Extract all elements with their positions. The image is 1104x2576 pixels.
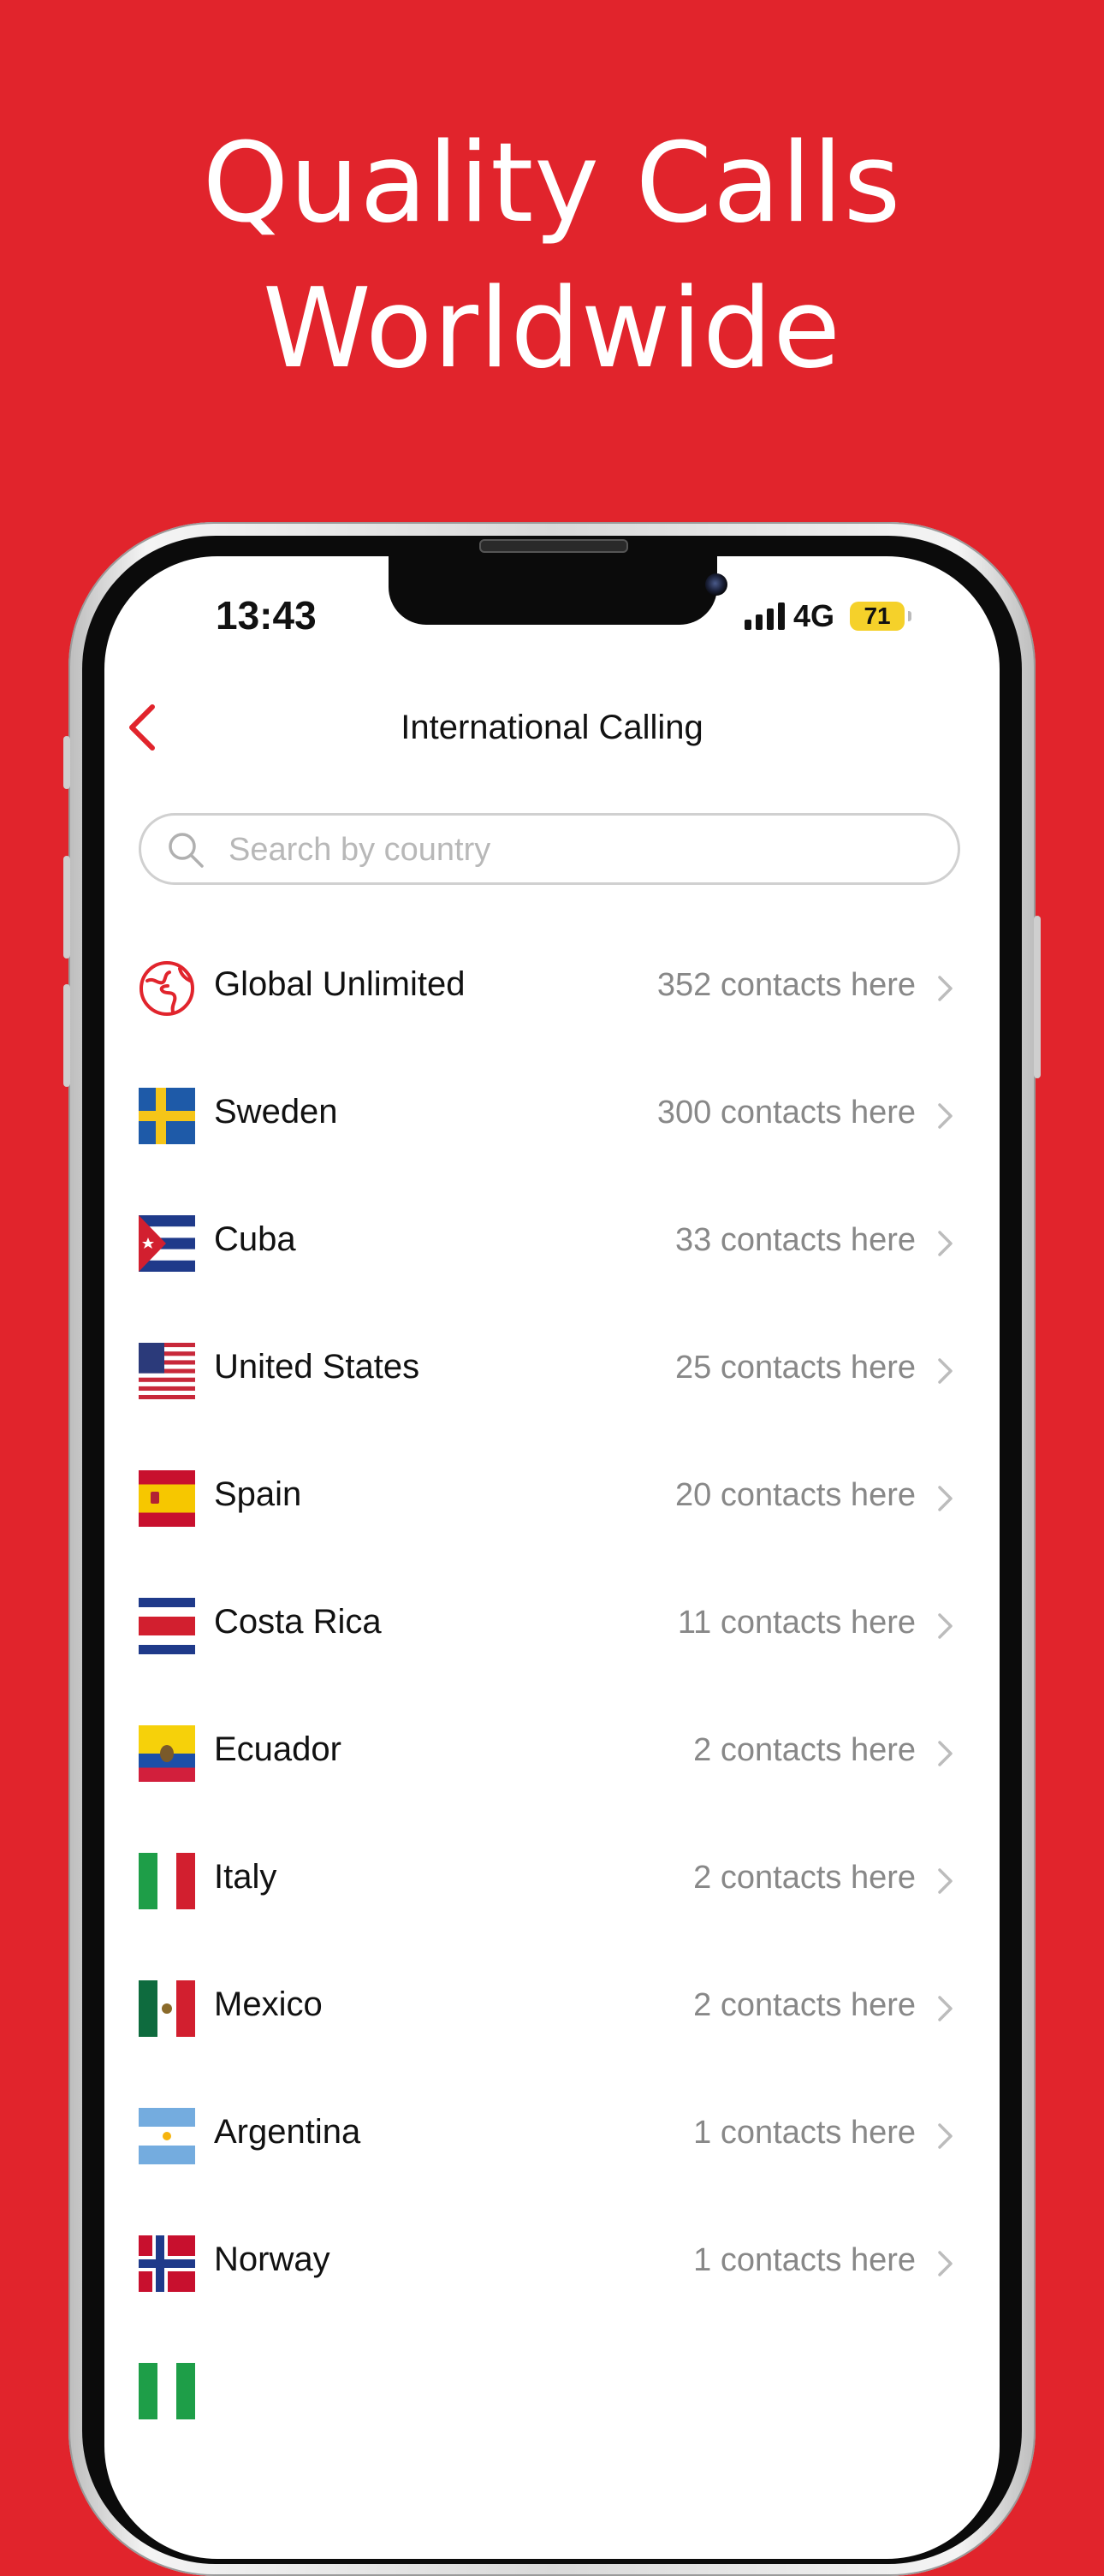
country-name: Mexico [214,1985,323,2023]
chevron-right-icon [938,1741,953,1766]
united-states-flag-icon [139,1343,195,1399]
contact-count: 2 contacts here [693,1987,916,2023]
search-icon [169,833,204,868]
chevron-right-icon [938,2123,953,2149]
contact-count: 352 contacts here [656,967,916,1003]
contact-count: 1 contacts here [693,2242,916,2278]
contact-count: 25 contacts here [675,1350,916,1386]
country-name: Sweden [214,1093,338,1131]
camera-icon [705,573,727,596]
phone-speaker [479,539,628,553]
country-name: Norway [214,2241,330,2278]
list-item-global-unlimited[interactable]: Global Unlimited 352 contacts here [104,924,1000,1052]
country-name: Spain [214,1475,302,1513]
phone-volume-down [63,984,70,1087]
contact-count: 33 contacts here [675,1222,916,1258]
list-item-sweden[interactable]: Sweden 300 contacts here [104,1052,1000,1179]
chevron-right-icon [938,1103,953,1129]
search-input[interactable] [227,828,932,872]
spain-flag-icon [139,1470,195,1527]
norway-flag-icon [139,2235,195,2292]
list-item-mexico[interactable]: Mexico 2 contacts here [104,1944,1000,2072]
notch [389,556,727,625]
sweden-flag-icon [139,1088,195,1144]
page-title: International Calling [401,709,703,746]
country-name: Global Unlimited [214,965,466,1003]
list-item-argentina[interactable]: Argentina 1 contacts here [104,2072,1000,2199]
headline: Quality Calls Worldwide [0,111,1104,402]
chevron-right-icon [938,2251,953,2276]
contact-count: 2 contacts here [693,1860,916,1896]
status-indicators: 4G 71 [745,598,912,633]
list-item-norway[interactable]: Norway 1 contacts here [104,2199,1000,2327]
country-name: Costa Rica [214,1603,382,1641]
chevron-right-icon [938,1996,953,2021]
phone-side-button [63,736,70,789]
list-item-costa-rica[interactable]: Costa Rica 11 contacts here [104,1562,1000,1689]
phone-power-button [1034,916,1041,1078]
list-item-partial[interactable] [104,2327,1000,2454]
phone-volume-up [63,856,70,959]
italy-flag-icon [139,1853,195,1909]
chevron-right-icon [938,976,953,1001]
globe-icon [139,961,194,1016]
country-name: Argentina [214,2113,361,2151]
costa-rica-flag-icon [139,1598,195,1654]
ecuador-flag-icon [139,1725,195,1782]
chevron-right-icon [938,1613,953,1639]
chevron-right-icon [938,1486,953,1511]
chevron-right-icon [938,1231,953,1256]
flag-icon [139,2363,195,2419]
network-label: 4G [793,598,835,633]
list-item-spain[interactable]: Spain 20 contacts here [104,1434,1000,1562]
country-name: Ecuador [214,1730,341,1768]
cuba-flag-icon [139,1215,195,1272]
country-name: United States [214,1348,420,1386]
chevron-right-icon [938,1358,953,1384]
argentina-flag-icon [139,2108,195,2164]
signal-icon [745,602,785,630]
search-bar[interactable] [139,813,960,885]
contact-count: 11 contacts here [677,1605,916,1641]
mexico-flag-icon [139,1980,195,2037]
country-name: Cuba [214,1220,296,1258]
chevron-right-icon [938,1868,953,1894]
contact-count: 2 contacts here [693,1732,916,1768]
headline-line-1: Quality Calls [202,120,902,247]
list-item-united-states[interactable]: United States 25 contacts here [104,1307,1000,1434]
battery-icon: 71 [850,602,912,631]
list-item-cuba[interactable]: Cuba 33 contacts here [104,1179,1000,1307]
status-time: 13:43 [216,593,317,638]
contact-count: 1 contacts here [693,2115,916,2151]
contact-count: 300 contacts here [656,1095,916,1131]
list-item-italy[interactable]: Italy 2 contacts here [104,1817,1000,1944]
phone-screen: 13:43 4G 71 International Calling Global… [104,556,1000,2559]
contact-count: 20 contacts here [675,1477,916,1513]
list-item-ecuador[interactable]: Ecuador 2 contacts here [104,1689,1000,1817]
headline-line-2: Worldwide [262,265,842,393]
country-name: Italy [214,1858,277,1896]
